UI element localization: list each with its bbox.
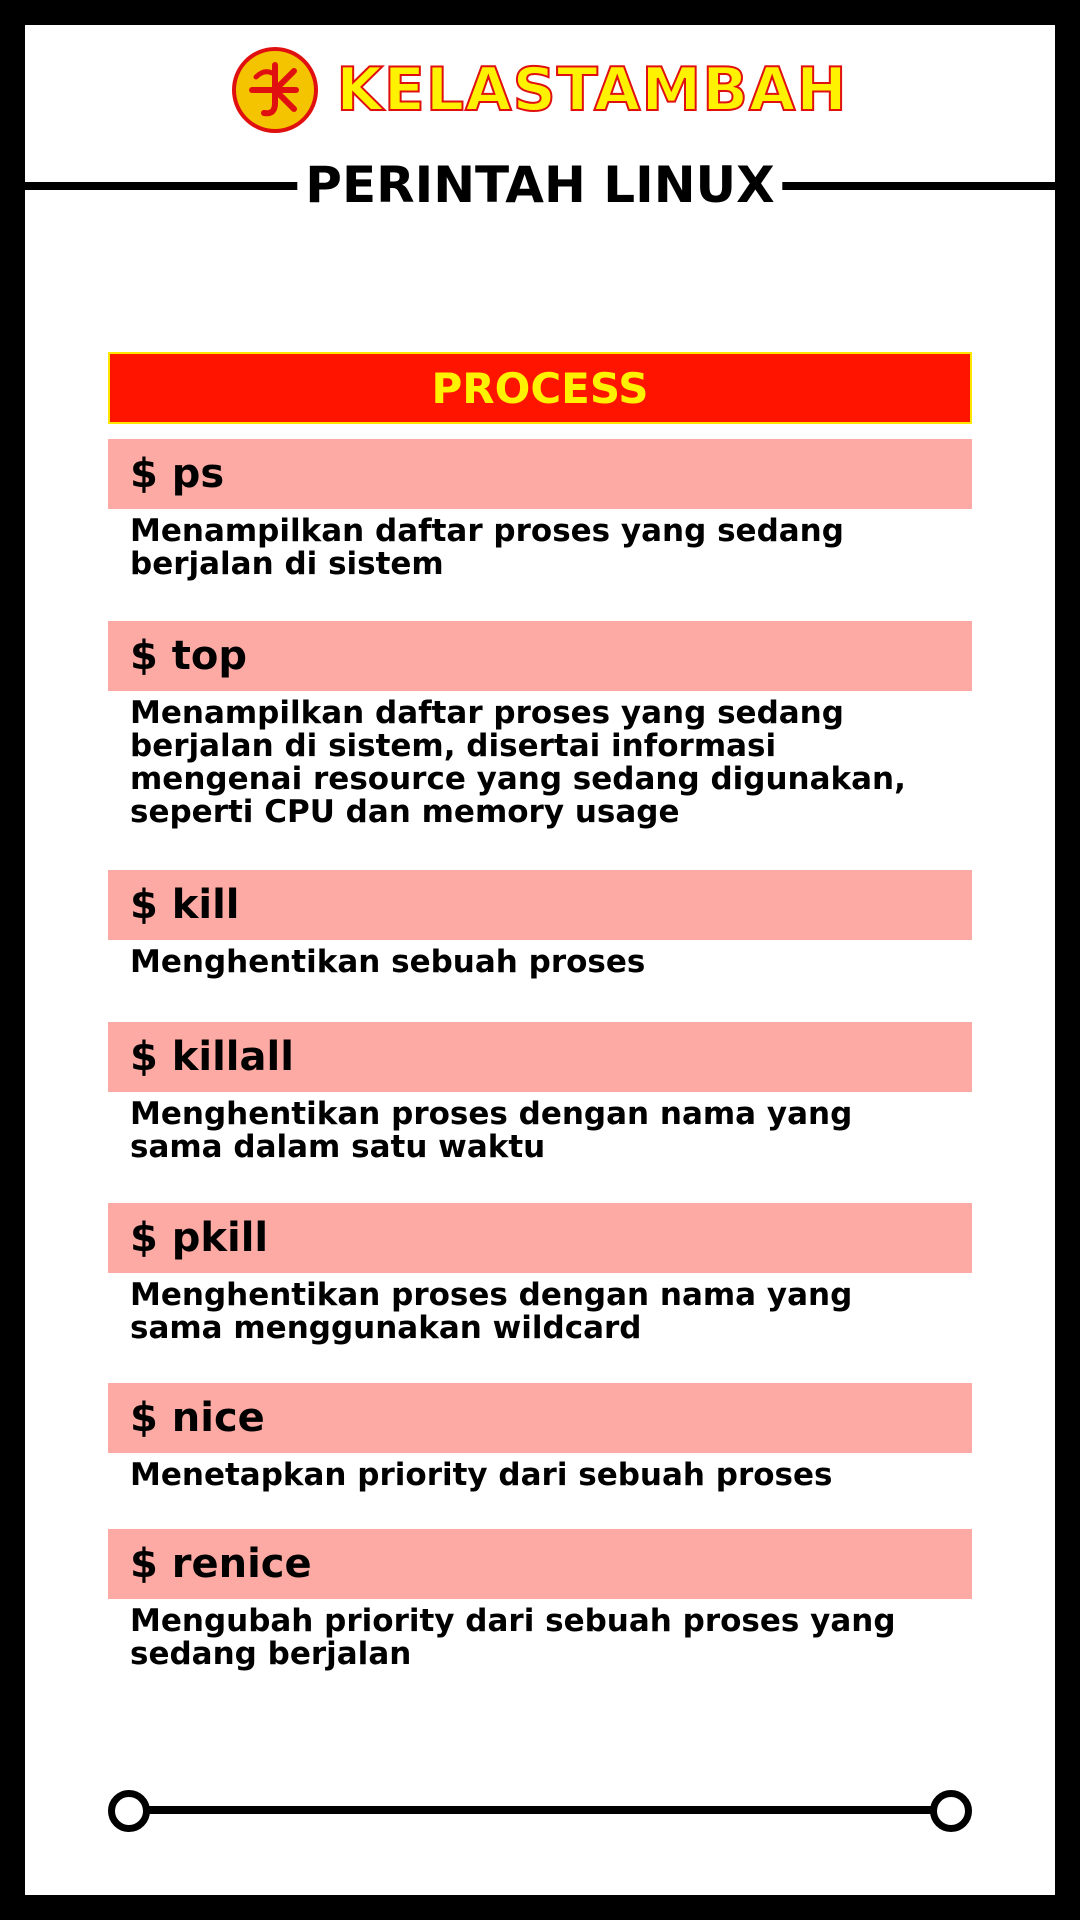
command-description: Menetapkan priority dari sebuah proses [130,1457,833,1493]
command-item: $ ps Menampilkan daftar proses yang seda… [108,439,972,581]
command-description: Menampilkan daftar proses yang sedang be… [130,695,906,830]
command-description: Mengubah priority dari sebuah proses yan… [130,1603,896,1672]
command-description: Menghentikan proses dengan nama yang sam… [130,1096,853,1165]
kelastambah-logo-icon [232,47,319,133]
title-row: PERINTAH LINUX [25,155,1055,215]
command-item: $ nice Menetapkan priority dari sebuah p… [108,1383,972,1492]
brand-header: KELASTAMBAH [25,47,1055,133]
command-item: $ killall Menghentikan proses dengan nam… [108,1022,972,1164]
command-name: $ pkill [108,1203,972,1273]
command-description: Menghentikan sebuah proses [130,944,646,980]
command-item: $ renice Mengubah priority dari sebuah p… [108,1529,972,1671]
command-item: $ pkill Menghentikan proses dengan nama … [108,1203,972,1345]
command-name: $ nice [108,1383,972,1453]
command-name: $ kill [108,870,972,940]
command-item: $ kill Menghentikan sebuah proses [108,870,972,979]
command-name: $ renice [108,1529,972,1599]
brand-name: KELASTAMBAH [335,55,848,125]
footer-right-dot [930,1790,972,1832]
section-header: PROCESS [108,352,972,424]
command-name: $ ps [108,439,972,509]
poster-frame: KELASTAMBAH PERINTAH LINUX PROCESS $ ps … [25,25,1055,1895]
command-description: Menampilkan daftar proses yang sedang be… [130,513,844,582]
command-name: $ killall [108,1022,972,1092]
footer-left-dot [108,1790,150,1832]
page-title: PERINTAH LINUX [297,155,783,215]
command-description: Menghentikan proses dengan nama yang sam… [130,1277,853,1346]
command-name: $ top [108,621,972,691]
footer-divider [125,1806,955,1814]
command-item: $ top Menampilkan daftar proses yang sed… [108,621,972,829]
